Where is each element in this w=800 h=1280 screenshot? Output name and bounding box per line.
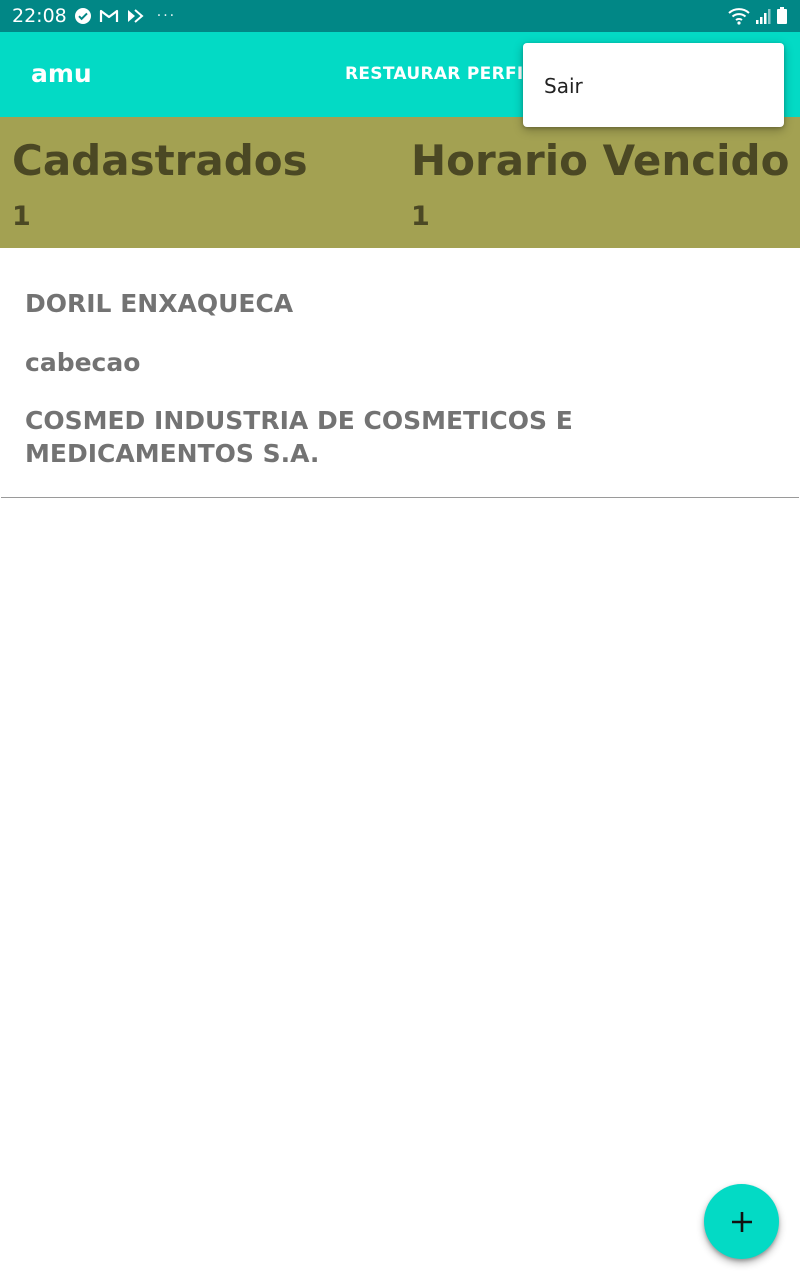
app-title: amu bbox=[31, 59, 92, 88]
check-circle-icon bbox=[74, 7, 92, 25]
status-time: 22:08 bbox=[12, 5, 67, 27]
status-bar: 22:08 ··· bbox=[0, 0, 800, 32]
gmail-icon bbox=[99, 8, 119, 24]
status-bar-left: 22:08 ··· bbox=[12, 5, 176, 27]
medicine-name: DORIL ENXAQUECA bbox=[25, 289, 294, 318]
stats-panel: Cadastrados 1 Horario Vencido 1 bbox=[0, 117, 800, 248]
overflow-menu: Sair bbox=[523, 43, 784, 127]
add-button[interactable] bbox=[704, 1184, 779, 1259]
plus-icon bbox=[730, 1210, 754, 1234]
restore-profile-button[interactable]: RESTAURAR PERFIL bbox=[345, 64, 535, 84]
menu-item-sair[interactable]: Sair bbox=[523, 43, 784, 127]
stat-registered-label: Cadastrados bbox=[12, 136, 308, 185]
wifi-icon bbox=[728, 7, 750, 25]
medicine-manufacturer: COSMED INDUSTRIA DE COSMETICOS E MEDICAM… bbox=[25, 406, 573, 468]
status-bar-right bbox=[728, 7, 788, 25]
signal-icon bbox=[755, 7, 771, 25]
app-notification-icon bbox=[126, 8, 144, 24]
medicine-description: cabecao bbox=[25, 348, 141, 377]
stat-expired-time-label: Horario Vencido bbox=[411, 136, 790, 185]
stat-registered-value: 1 bbox=[12, 201, 31, 232]
list-item[interactable]: DORIL ENXAQUECA cabecao COSMED INDUSTRIA… bbox=[1, 248, 799, 498]
battery-icon bbox=[776, 7, 788, 25]
stat-expired-time-value: 1 bbox=[411, 201, 430, 232]
more-notifications-indicator: ··· bbox=[156, 8, 177, 24]
